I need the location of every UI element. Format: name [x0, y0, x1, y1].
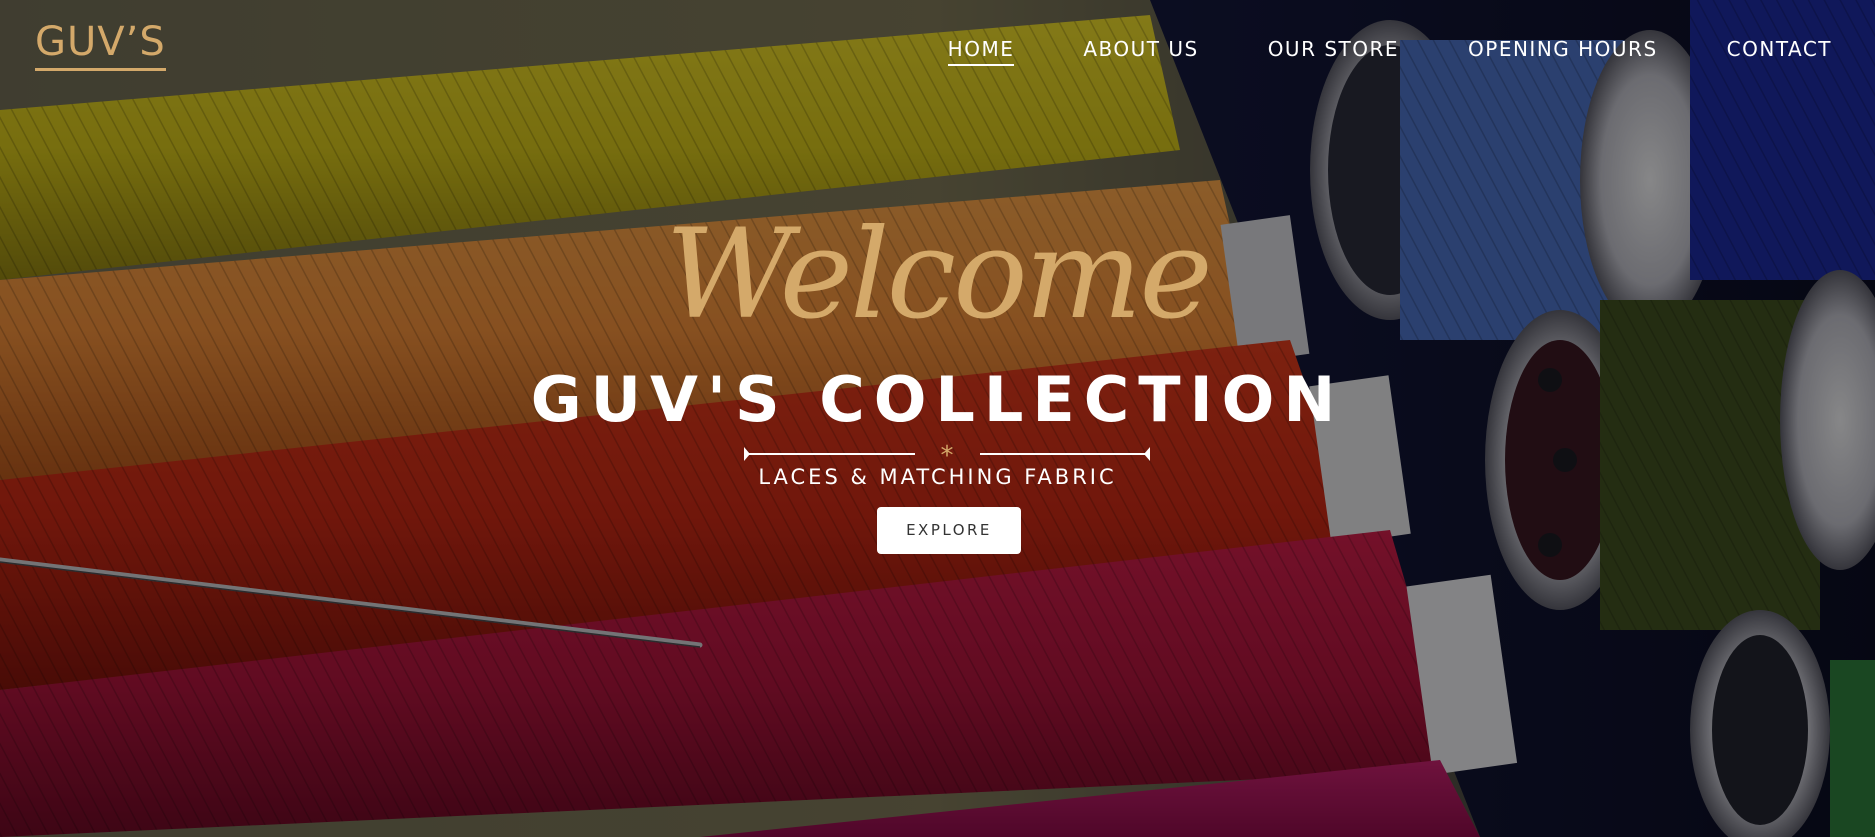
brand-logo[interactable]: GUV’S	[35, 20, 166, 71]
nav-item-about-us[interactable]: ABOUT US	[1083, 36, 1198, 66]
nav-menu: HOME ABOUT US OUR STORE OPENING HOURS CO…	[947, 36, 1832, 66]
hero-title: GUV'S COLLECTION	[530, 363, 1345, 436]
hero-section: GUV’S HOME ABOUT US OUR STORE OPENING HO…	[0, 0, 1875, 837]
hero-subtitle: LACES & MATCHING FABRIC	[758, 465, 1117, 489]
nav-item-opening-hours[interactable]: OPENING HOURS	[1468, 36, 1658, 66]
explore-button[interactable]: EXPLORE	[877, 507, 1021, 554]
top-navbar: GUV’S HOME ABOUT US OUR STORE OPENING HO…	[0, 0, 1875, 100]
nav-item-contact[interactable]: CONTACT	[1727, 36, 1832, 66]
welcome-script-heading: Welcome	[665, 203, 1212, 347]
nav-item-our-store[interactable]: OUR STORE	[1268, 36, 1399, 66]
nav-item-home[interactable]: HOME	[947, 36, 1015, 66]
